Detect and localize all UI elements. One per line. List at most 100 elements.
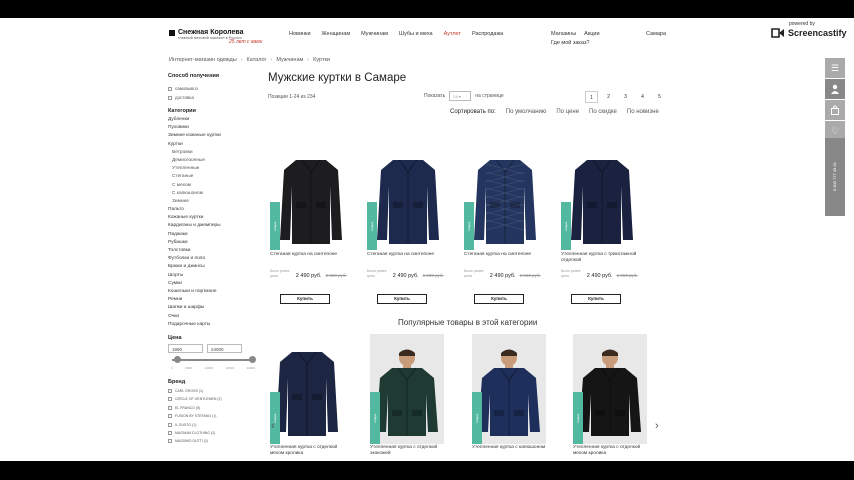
product-image[interactable]: скидка <box>270 150 352 250</box>
brand-filter-option[interactable]: MASSIMO DUTTI (2) <box>168 437 258 445</box>
brand-filter-option[interactable]: IL GUSTO (1) <box>168 420 258 428</box>
popular-product-name[interactable]: Утепленная куртка с отделкой мехом кроли… <box>270 445 344 457</box>
city-selector[interactable]: Самара <box>646 31 666 37</box>
popular-product-image[interactable]: скидка <box>270 334 344 444</box>
price-slider-min-handle[interactable] <box>174 355 181 363</box>
price-slider[interactable] <box>172 355 256 364</box>
category-link[interactable]: Подарочные карты <box>168 321 258 329</box>
popular-product-card[interactable]: скидка Утепленная куртка с отделкой мехом… <box>270 334 344 457</box>
product-name[interactable]: Стеганая куртка на синтепоне <box>464 252 546 265</box>
delivery-option-delivery[interactable]: доставка <box>168 93 258 102</box>
nav-item-sale[interactable]: Распродажа <box>472 31 503 37</box>
product-name[interactable]: Стеганая куртка на синтепоне <box>270 252 352 265</box>
category-link[interactable]: Сумки <box>168 280 258 288</box>
carousel-prev-icon[interactable]: ‹ <box>271 420 275 432</box>
category-link[interactable]: Пуховики <box>168 124 258 132</box>
popular-product-image[interactable]: скидка <box>370 334 444 444</box>
category-link[interactable]: Зимние кожаные куртки <box>168 132 258 140</box>
category-link[interactable]: Пиджаки <box>168 231 258 239</box>
stores-link[interactable]: Магазины <box>551 31 576 37</box>
category-link[interactable]: Кардиганы и джемперы <box>168 222 258 230</box>
breadcrumb-item[interactable]: Каталог <box>247 57 267 63</box>
subcategory-link[interactable]: Утепленные <box>168 165 258 173</box>
category-link[interactable]: Пальто <box>168 206 258 214</box>
price-min-input[interactable]: 1990 <box>168 343 203 353</box>
popular-product-name[interactable]: Утепленная куртка с отделкой экокожей <box>370 445 444 457</box>
product-image[interactable]: скидка <box>561 150 643 250</box>
popular-product-name[interactable]: Утепленная куртка с отделкой мехом кроли… <box>573 445 647 457</box>
sort-default[interactable]: По умолчанию <box>506 109 547 115</box>
carousel-next-icon[interactable]: › <box>655 420 659 432</box>
bag-icon[interactable] <box>825 100 845 120</box>
brand-filter-option[interactable]: CARL GROSS (1) <box>168 387 258 395</box>
brand-filter-option[interactable]: EL FRANCO (5) <box>168 404 258 412</box>
sort-price[interactable]: По цене <box>556 109 579 115</box>
subcategory-link[interactable]: Ветровки <box>168 149 258 157</box>
order-tracking-link[interactable]: Где мой заказ? <box>551 40 590 46</box>
side-phone[interactable]: 8 800 777 49 81 <box>825 138 845 216</box>
category-link[interactable]: Кошельки и портмоне <box>168 288 258 296</box>
checkbox[interactable] <box>168 422 172 427</box>
product-name[interactable]: Утепленная куртка с трикотажной отделкой <box>561 252 643 265</box>
checkbox[interactable] <box>168 95 172 100</box>
nav-item-new[interactable]: Новинки <box>289 31 311 37</box>
nav-item-men[interactable]: Мужчинам <box>361 31 388 37</box>
breadcrumb-item[interactable]: Мужчинам <box>276 57 303 63</box>
category-link[interactable]: Шапки и шарфы <box>168 304 258 312</box>
nav-item-women[interactable]: Женщинам <box>322 31 351 37</box>
product-image[interactable]: скидка <box>367 150 449 250</box>
category-link[interactable]: Толстовки <box>168 247 258 255</box>
checkbox[interactable] <box>168 405 172 410</box>
subcategory-link[interactable]: Зимние <box>168 198 258 206</box>
category-link[interactable]: Футболки и поло <box>168 255 258 263</box>
buy-button[interactable]: Купить <box>280 294 330 304</box>
delivery-option-pickup[interactable]: самовывоз <box>168 84 258 93</box>
brand-filter-option[interactable]: MAGNUM CLOTHING (2) <box>168 429 258 437</box>
checkbox[interactable] <box>168 431 172 436</box>
product-card[interactable]: скидка Стеганая куртка на синтепоне Было р… <box>464 150 546 304</box>
category-link[interactable]: Куртки <box>168 141 258 149</box>
subcategory-link[interactable]: Стеганые <box>168 173 258 181</box>
product-card[interactable]: скидка Стеганая куртка на синтепоне Было р… <box>367 150 449 304</box>
popular-product-card[interactable]: скидка Утепленная куртка с отделкой мехом… <box>573 334 647 457</box>
product-image[interactable]: скидка <box>464 150 546 250</box>
category-link[interactable]: Ремни <box>168 296 258 304</box>
brand-filter-option[interactable]: FUSION BY STEFANO (1) <box>168 412 258 420</box>
page-1[interactable]: 1 <box>585 91 598 103</box>
buy-button[interactable]: Купить <box>571 294 621 304</box>
category-link[interactable]: Очки <box>168 313 258 321</box>
product-card[interactable]: скидка Утепленная куртка с трикотажной от… <box>561 150 643 304</box>
nav-item-furs[interactable]: Шубы и меха <box>399 31 433 37</box>
category-link[interactable]: Брюки и джинсы <box>168 263 258 271</box>
subcategory-link[interactable]: С мехом <box>168 182 258 190</box>
per-page-select[interactable]: 24 ▾ <box>449 91 472 101</box>
sort-discount[interactable]: По скидке <box>589 109 617 115</box>
brand-filter-option[interactable]: CIRCLE OF GENTLEMEN (2) <box>168 395 258 403</box>
category-link[interactable]: Дубленки <box>168 116 258 124</box>
subcategory-link[interactable]: Демисезонные <box>168 157 258 165</box>
category-link[interactable]: Шорты <box>168 272 258 280</box>
popular-product-card[interactable]: скидка Утепленная куртка с отделкой экоко… <box>370 334 444 457</box>
checkbox[interactable] <box>168 86 172 91</box>
page-5[interactable]: 5 <box>653 91 666 103</box>
breadcrumb-item[interactable]: Интернет-магазин одежды <box>169 57 237 63</box>
price-slider-max-handle[interactable] <box>249 355 256 363</box>
sort-newest[interactable]: По новизне <box>627 109 659 115</box>
page-3[interactable]: 3 <box>619 91 632 103</box>
product-name[interactable]: Стеганая куртка на синтепоне <box>367 252 449 265</box>
popular-product-image[interactable]: скидка <box>472 334 546 444</box>
menu-icon[interactable]: ☰ <box>825 58 845 78</box>
product-card[interactable]: скидка Стеганая куртка на синтепоне Было р… <box>270 150 352 304</box>
checkbox[interactable] <box>168 389 172 394</box>
buy-button[interactable]: Купить <box>377 294 427 304</box>
page-4[interactable]: 4 <box>636 91 649 103</box>
site-logo[interactable]: Снежная Королева главный меховой магазин… <box>169 29 269 45</box>
nav-item-outlet[interactable]: Аутлет <box>444 31 461 37</box>
page-2[interactable]: 2 <box>602 91 615 103</box>
checkbox[interactable] <box>168 397 172 402</box>
popular-product-name[interactable]: Утепленная куртка с капюшоном <box>472 445 546 451</box>
subcategory-link[interactable]: С капюшоном <box>168 190 258 198</box>
buy-button[interactable]: Купить <box>474 294 524 304</box>
promotions-link[interactable]: Акции <box>584 31 599 37</box>
checkbox[interactable] <box>168 414 172 419</box>
